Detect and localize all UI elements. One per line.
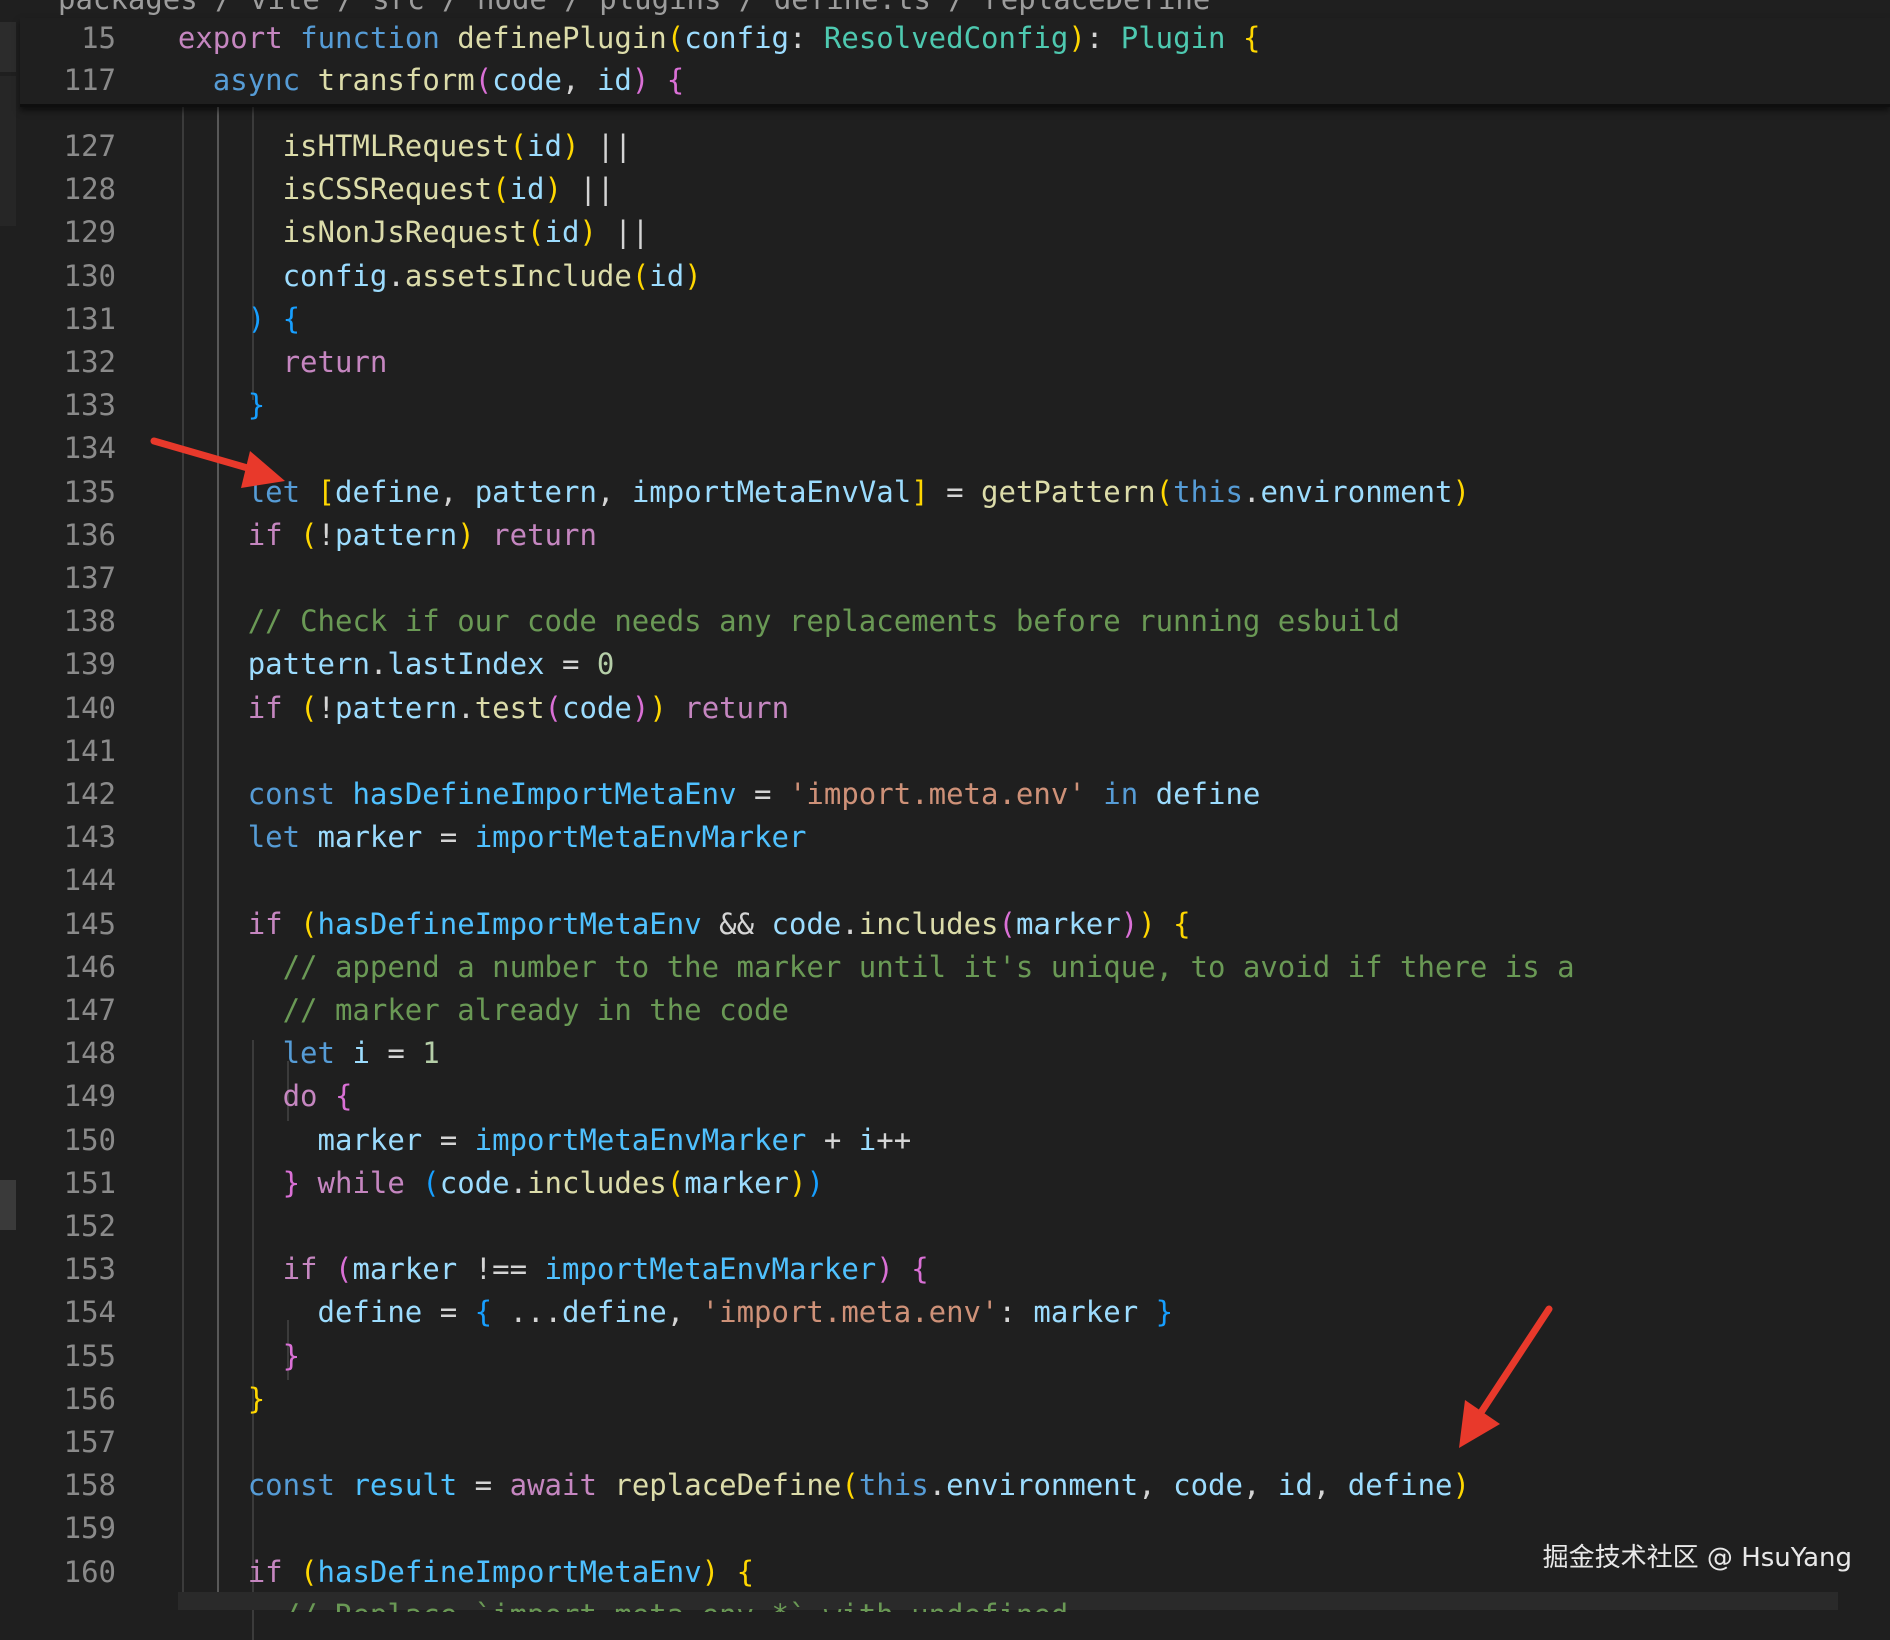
arrow-bottom-icon xyxy=(1459,1305,1553,1448)
arrow-left-icon xyxy=(150,437,285,488)
annotation-arrows xyxy=(150,437,1553,1448)
